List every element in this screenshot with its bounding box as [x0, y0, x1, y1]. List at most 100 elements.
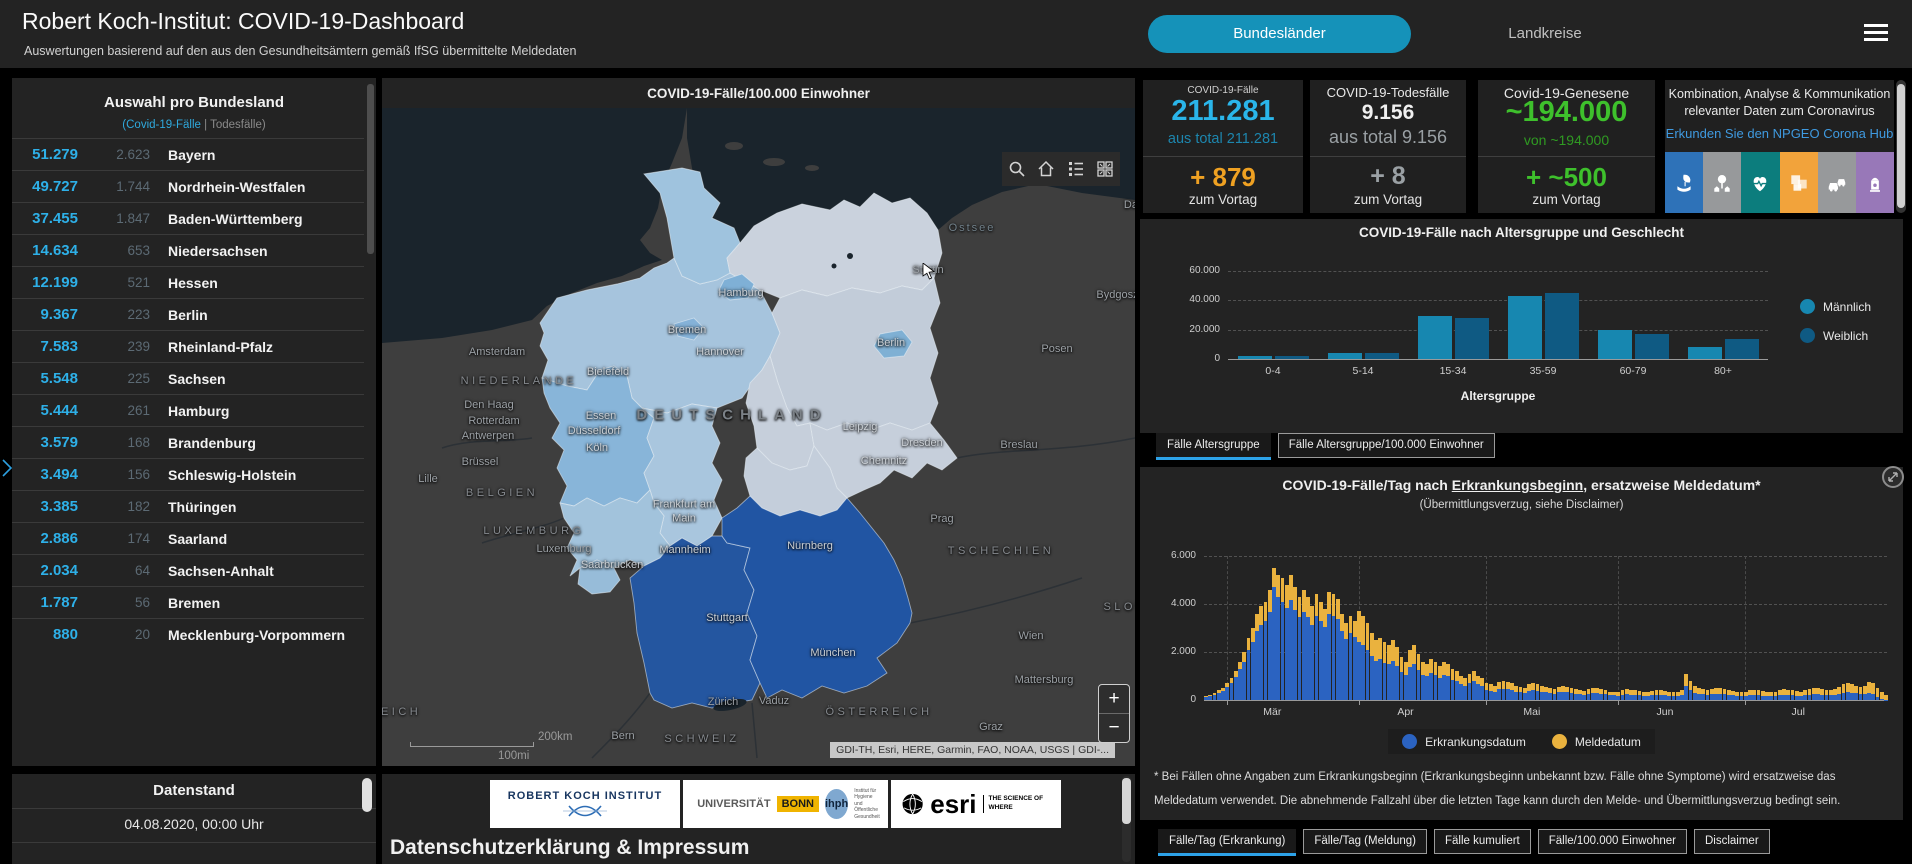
hamburger-menu-icon[interactable] — [1864, 24, 1890, 44]
daily-bar — [1467, 673, 1472, 700]
bar-meldedatum — [1331, 594, 1336, 616]
bar-erkrankungsdatum — [1858, 693, 1863, 700]
hub-tile-map-pin-icon[interactable] — [1703, 152, 1742, 213]
time-tab[interactable]: Fälle/100.000 Einwohner — [1537, 829, 1687, 854]
bar-erkrankungsdatum — [1403, 675, 1408, 700]
expand-panel-button[interactable] — [1882, 466, 1904, 488]
map-label: Posen — [1041, 343, 1073, 355]
daily-bar — [1242, 652, 1246, 700]
bundesland-row[interactable]: 51.279 2.623 Bayern — [12, 138, 364, 170]
divider — [12, 808, 376, 809]
bar-erkrankungsdatum — [1335, 619, 1340, 700]
bundesland-row[interactable]: 14.634 653 Niedersachsen — [12, 234, 364, 266]
bar-erkrankungsdatum — [1412, 664, 1416, 700]
scalebar-line — [410, 742, 534, 747]
npgeo-hub-link[interactable]: Erkunden Sie den NPGEO Corona Hub — [1665, 126, 1894, 141]
map-label: Stuttgart — [706, 612, 748, 624]
axis-line — [1204, 700, 1887, 701]
age-bar-group — [1678, 271, 1768, 359]
home-icon[interactable] — [1036, 159, 1056, 179]
sidebar-scrollbar[interactable] — [367, 84, 374, 254]
logos-scrollbar[interactable] — [1122, 778, 1131, 824]
esri-logo[interactable]: esri THE SCIENCE OF WHERE — [891, 780, 1061, 828]
bundesland-deaths: 239 — [127, 339, 150, 354]
age-bar-männlich — [1417, 316, 1452, 359]
legend-item[interactable]: Männlich — [1800, 299, 1871, 314]
bar-erkrankungsdatum — [1794, 695, 1799, 700]
hub-tile-area-icon[interactable] — [1779, 152, 1818, 213]
bar-erkrankungsdatum — [1595, 693, 1599, 700]
search-icon[interactable] — [1007, 159, 1027, 179]
bundesland-row[interactable]: 37.455 1.847 Baden-Württemberg — [12, 202, 364, 234]
toggle-landkreise-button[interactable]: Landkreise — [1460, 15, 1630, 53]
legend-item[interactable]: Erkrankungsdatum — [1402, 734, 1526, 749]
legend-swatch — [1551, 734, 1567, 749]
bundesland-row[interactable]: 5.444 261 Hamburg — [12, 394, 364, 426]
time-tab[interactable]: Fälle/Tag (Meldung) — [1303, 829, 1427, 854]
datenstand-title: Datenstand — [153, 782, 235, 799]
bundesland-row[interactable]: 9.367 223 Berlin — [12, 298, 364, 330]
axis-tick-label: 2.000 — [1170, 646, 1196, 657]
bundesland-row[interactable]: 3.494 156 Schleswig-Holstein — [12, 458, 364, 490]
legend-cases-label[interactable]: (Covid-19-Fälle — [122, 119, 201, 131]
bundesland-cases: 1.787 — [40, 594, 78, 611]
bundesland-row[interactable]: 2.034 64 Sachsen-Anhalt — [12, 554, 364, 586]
bundesland-cases: 49.727 — [32, 178, 78, 195]
bar-erkrankungsdatum — [1726, 694, 1731, 700]
daily-bar — [1493, 685, 1497, 700]
age-bar-männlich — [1327, 352, 1362, 359]
age-tab[interactable]: Fälle Altersgruppe — [1156, 433, 1271, 460]
kpi-value: 9.156 — [1361, 101, 1415, 124]
legend-deaths-label[interactable]: Todesfälle) — [210, 119, 266, 131]
zoom-out-button[interactable]: − — [1099, 714, 1129, 742]
stats-scrollbar[interactable] — [1897, 84, 1905, 208]
time-tab[interactable]: Fälle kumuliert — [1433, 829, 1531, 854]
daily-bar — [1442, 661, 1446, 700]
daily-bar — [1845, 683, 1850, 700]
impressum-heading[interactable]: Datenschutzerklärung & Impressum — [390, 836, 749, 860]
age-tab[interactable]: Fälle Altersgruppe/100.000 Einwohner — [1277, 433, 1495, 458]
daily-bar — [1365, 623, 1370, 700]
bundesland-name: Sachsen-Anhalt — [168, 562, 274, 579]
daily-bar — [1633, 690, 1637, 700]
map-label: LUXEMBURG — [483, 525, 585, 537]
map-area[interactable]: DEUTSCHLAND Ostsee Hamburg Bremen Hannover Be… — [382, 108, 1135, 766]
bundesland-row[interactable]: 12.199 521 Hessen — [12, 266, 364, 298]
bundesland-row[interactable]: 5.548 225 Sachsen — [12, 362, 364, 394]
bundesland-row[interactable]: 1.787 56 Bremen — [12, 586, 364, 618]
map-label: Vaduz — [758, 695, 790, 707]
bundesland-name: Sachsen — [168, 370, 226, 387]
toggle-bundeslaender-button[interactable]: Bundesländer — [1148, 15, 1411, 53]
zoom-in-button[interactable]: + — [1099, 685, 1129, 714]
legend-item[interactable]: Meldedatum — [1551, 734, 1641, 749]
time-tab[interactable]: Fälle/Tag (Erkrankung) — [1158, 829, 1297, 856]
daily-bar — [1212, 692, 1217, 700]
daily-bar — [1437, 666, 1442, 700]
daily-bar — [1871, 683, 1875, 700]
bundesland-row[interactable]: 49.727 1.744 Nordrhein-Westfalen — [12, 170, 364, 202]
bundesland-row[interactable]: 880 20 Mecklenburg-Vorpommern — [12, 618, 364, 650]
bundesland-row[interactable]: 3.385 182 Thüringen — [12, 490, 364, 522]
datenstand-scrollbar[interactable] — [362, 778, 372, 812]
hub-tile-environment-icon[interactable] — [1665, 152, 1704, 213]
hub-tile-traffic-icon[interactable] — [1817, 152, 1856, 213]
time-tab[interactable]: Disclaimer — [1693, 829, 1770, 854]
legend-item[interactable]: Weiblich — [1800, 328, 1871, 343]
map-label: Chemnitz — [860, 455, 908, 467]
bundesland-row[interactable]: 3.579 168 Brandenburg — [12, 426, 364, 458]
rki-logo[interactable]: ROBERT KOCH INSTITUT — [490, 780, 680, 828]
bundesland-deaths: 1.847 — [116, 211, 150, 226]
bar-erkrankungsdatum — [1267, 611, 1272, 700]
bar-erkrankungsdatum — [1862, 693, 1867, 700]
sidebar-expand-chevron-icon[interactable] — [1, 458, 13, 478]
basemap-grid-icon[interactable] — [1095, 159, 1115, 179]
hub-tile-health-icon[interactable] — [1741, 152, 1780, 213]
legend-list-icon[interactable] — [1066, 159, 1086, 179]
month-tick — [1359, 700, 1361, 705]
bundesland-row[interactable]: 7.583 239 Rheinland-Pfalz — [12, 330, 364, 362]
bundesland-row[interactable]: 2.886 174 Saarland — [12, 522, 364, 554]
uni-bonn-logo[interactable]: UNIVERSITÄT BONN ihph Institut für Hygie… — [683, 780, 888, 828]
bar-erkrankungsdatum — [1323, 627, 1327, 700]
hub-tile-alert-icon[interactable] — [1855, 152, 1895, 213]
bundesland-deaths: 521 — [127, 275, 150, 290]
